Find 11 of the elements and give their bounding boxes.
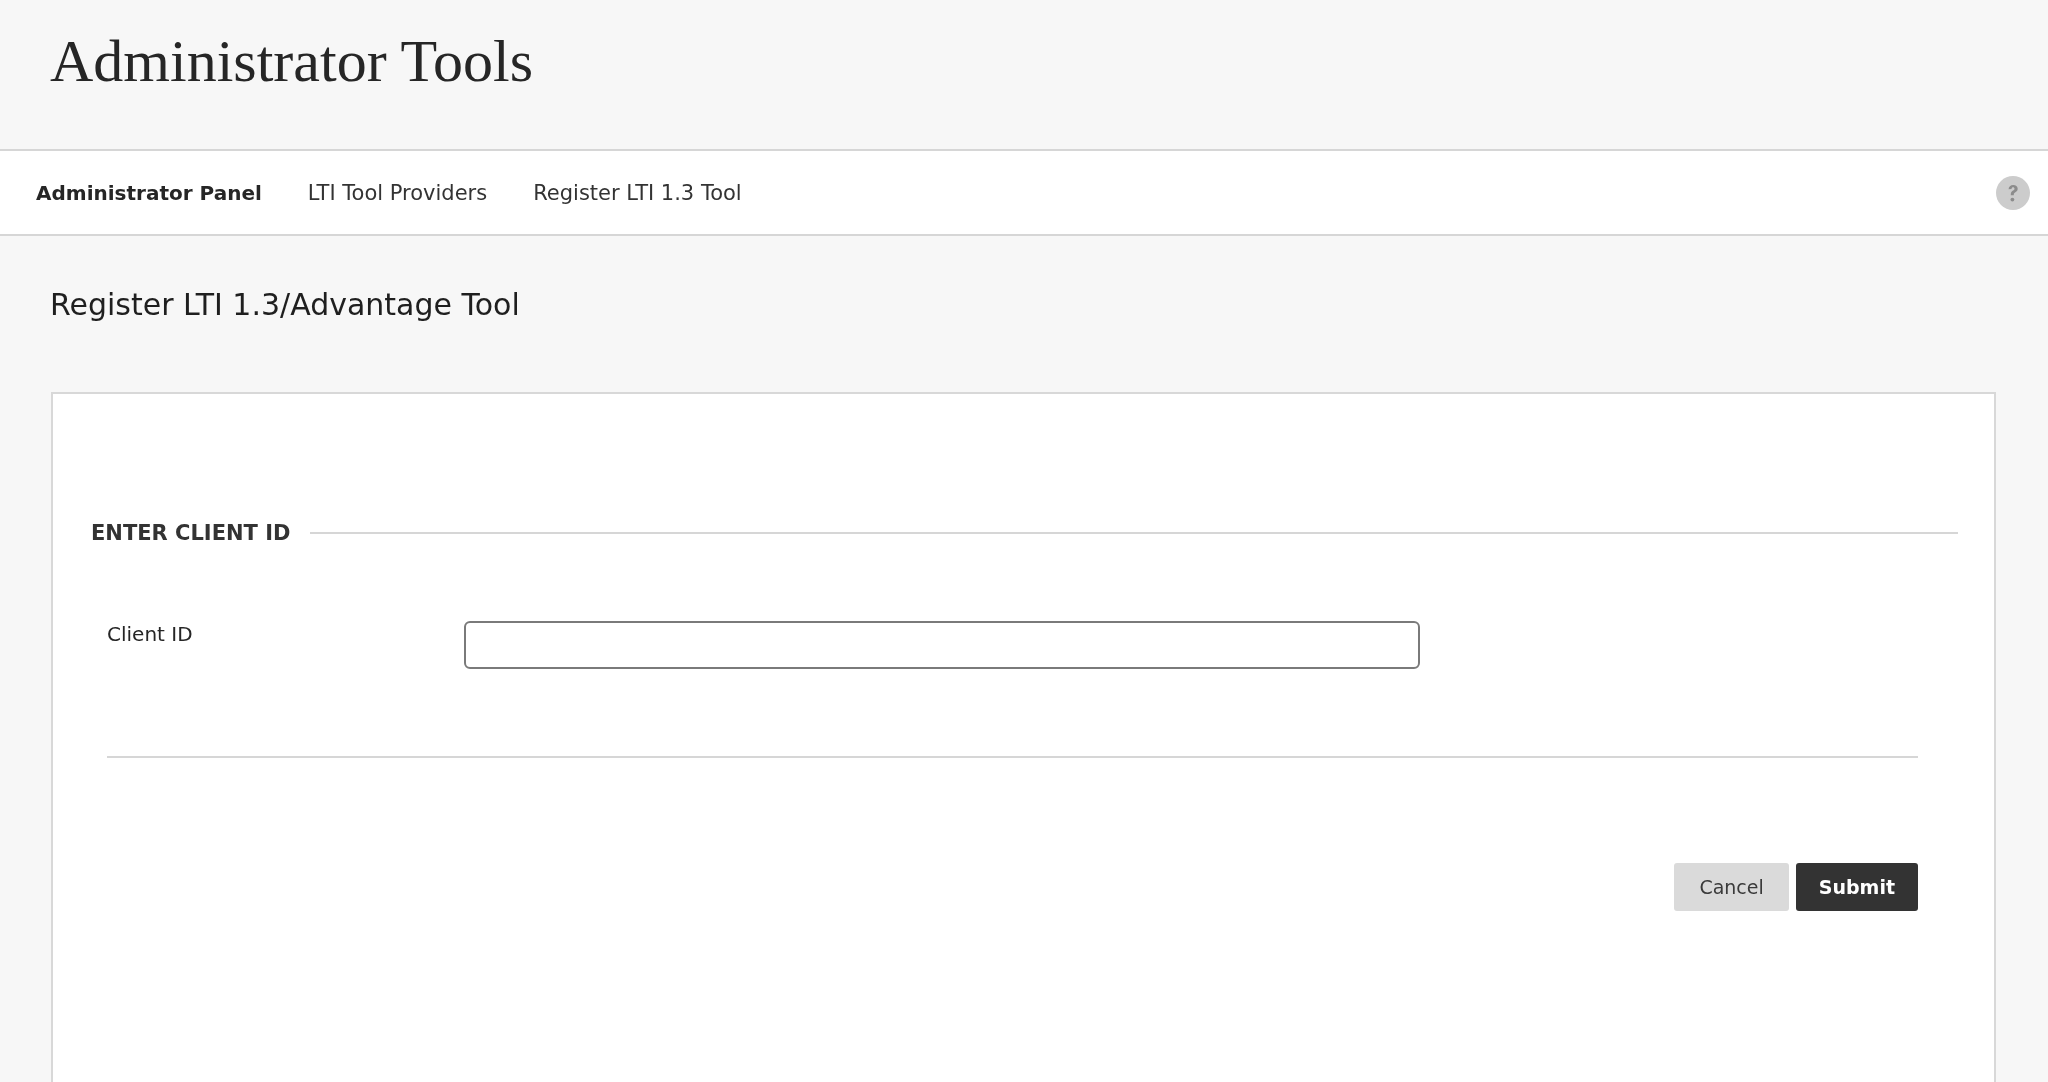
- input-field[interactable]: [464, 621, 1420, 669]
- breadcrumb-link[interactable]: LTI Tool Providers: [307, 180, 488, 205]
- breadcrumb-link[interactable]: Administrator Panel: [36, 180, 262, 205]
- help-icon[interactable]: [1996, 175, 2030, 210]
- section-heading: ENTER CLIENT ID: [91, 521, 291, 545]
- page-header-title: Administrator Tools: [50, 27, 534, 96]
- cancel-button[interactable]: Cancel: [1674, 863, 1789, 911]
- breadcrumb-link[interactable]: Register LTI 1.3 Tool: [533, 180, 742, 205]
- page-title: Register LTI 1.3/Advantage Tool: [50, 286, 520, 324]
- submit-button[interactable]: Submit: [1795, 863, 1918, 911]
- field-label: Client ID: [107, 621, 194, 647]
